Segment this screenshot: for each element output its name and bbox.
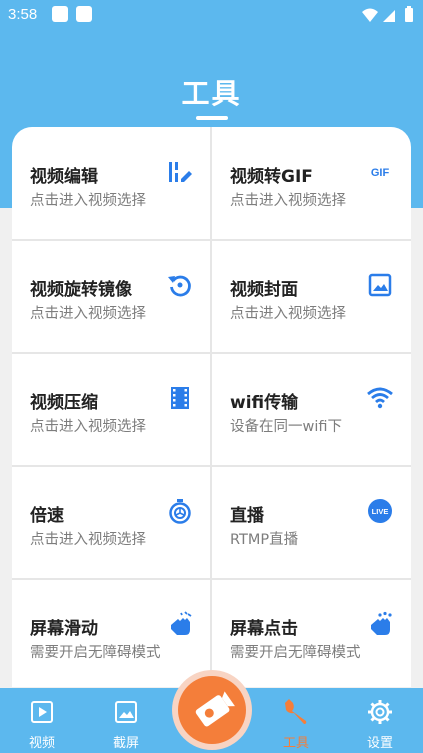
svg-text:GIF: GIF: [371, 167, 390, 179]
tool-video-cover[interactable]: 视频封面 点击进入视频选择: [212, 240, 411, 353]
tool-desc: 点击进入视频选择: [30, 419, 146, 435]
tool-video-edit[interactable]: 视频编辑 点击进入视频选择: [12, 127, 211, 240]
tool-name: 倍速: [30, 506, 64, 526]
wrench-icon: [285, 699, 307, 724]
tool-desc: 点击进入视频选择: [30, 306, 146, 322]
status-bar: 3:58: [0, 0, 423, 30]
nav-label: 设置: [366, 736, 393, 751]
tool-live[interactable]: 直播 RTMP直播 LIVE: [212, 466, 411, 579]
wifi-icon: [367, 387, 393, 409]
tool-desc: 点击进入视频选择: [30, 193, 146, 209]
tool-desc: 设备在同一wifi下: [230, 419, 343, 435]
tool-name: wifi传输: [230, 393, 299, 413]
image-icon: [368, 273, 392, 297]
tool-name: 视频旋转镜像: [30, 280, 132, 300]
tool-name: 视频封面: [230, 280, 298, 300]
record-button[interactable]: [172, 670, 252, 750]
tool-wifi-transfer[interactable]: wifi传输 设备在同一wifi下: [212, 353, 411, 466]
tool-name: 屏幕滑动: [30, 619, 98, 639]
tool-desc: 点击进入视频选择: [30, 532, 146, 548]
nav-label: 截屏: [112, 736, 139, 751]
nav-settings[interactable]: 设置: [345, 688, 415, 753]
screenshot-icon: [115, 701, 137, 723]
gif-icon: GIF: [371, 167, 390, 179]
tool-name: 视频转GIF: [230, 167, 313, 187]
tool-desc: 需要开启无障碍模式: [30, 645, 161, 661]
tool-desc: 点击进入视频选择: [230, 193, 346, 209]
tool-desc: RTMP直播: [230, 532, 299, 548]
tool-name: 视频编辑: [30, 167, 98, 187]
nav-label: 工具: [282, 736, 309, 751]
video-icon: [31, 701, 53, 723]
notification-icon: [76, 6, 92, 22]
tools-grid: 视频编辑 点击进入视频选择 视频转GIF 点击进入视频选择 GIF 视频旋转镜像…: [12, 127, 411, 687]
tool-name: 直播: [230, 506, 264, 526]
tool-name: 屏幕点击: [230, 619, 298, 639]
tap-hand-icon: [371, 611, 392, 635]
nav-label: 视频: [28, 736, 55, 751]
notification-icon: [52, 6, 68, 22]
tool-video-to-gif[interactable]: 视频转GIF 点击进入视频选择 GIF: [212, 127, 411, 240]
nav-tools[interactable]: 工具: [261, 688, 331, 753]
nav-screenshot[interactable]: 截屏: [91, 688, 161, 753]
status-time: 3:58: [8, 6, 38, 23]
record-button-inner: [178, 676, 246, 744]
tool-name: 视频压缩: [30, 393, 98, 413]
title-underline: [196, 116, 228, 120]
page-title: 工具: [181, 77, 242, 110]
tool-video-compress[interactable]: 视频压缩 点击进入视频选择: [12, 353, 211, 466]
nav-video[interactable]: 视频: [7, 688, 77, 753]
tool-rotate-mirror[interactable]: 视频旋转镜像 点击进入视频选择: [12, 240, 211, 353]
status-icons: [362, 6, 413, 22]
live-icon: LIVE: [368, 499, 392, 523]
camera-icon: [195, 691, 235, 727]
video-edit-icon: [169, 162, 192, 182]
tool-desc: 需要开启无障碍模式: [230, 645, 361, 661]
tool-desc: 点击进入视频选择: [230, 306, 346, 322]
film-icon: [171, 387, 189, 409]
rotate-icon: [168, 275, 191, 297]
swipe-hand-icon: [171, 611, 192, 635]
speed-icon: [169, 499, 191, 524]
tool-speed[interactable]: 倍速 点击进入视频选择: [12, 466, 211, 579]
svg-text:LIVE: LIVE: [372, 507, 389, 516]
gear-icon: [368, 700, 392, 724]
